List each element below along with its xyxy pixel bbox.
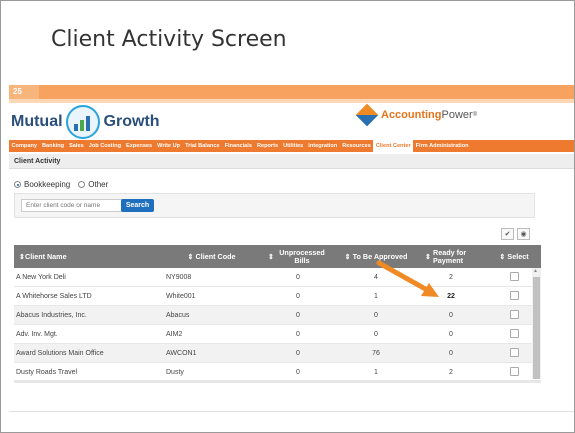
annotation-arrow-shaft xyxy=(376,260,432,294)
slide: Client Activity Screen 25 Mutual Growth … xyxy=(0,0,575,433)
annotation-arrow-icon xyxy=(376,260,439,297)
